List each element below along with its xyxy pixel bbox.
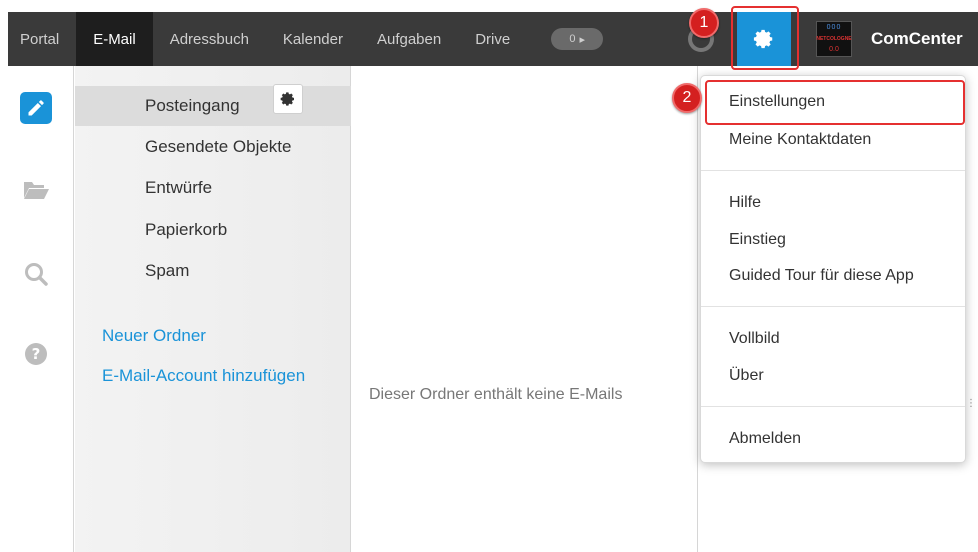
tab-tasks[interactable]: Aufgaben [360,12,458,66]
tab-calendar[interactable]: Kalender [266,12,360,66]
empty-folder-message: Dieser Ordner enthält keine E-Mails [369,386,623,403]
folders-button[interactable] [20,174,52,206]
menu-item-help[interactable]: Hilfe [729,194,761,212]
step-2-badge: 2 [672,83,702,113]
folder-spam[interactable]: Spam [75,251,351,291]
settings-highlight-frame [705,80,965,125]
brand-logo: 000 NETCOLOGNE 0.0 [816,21,852,57]
menu-item-contact-data[interactable]: Meine Kontaktdaten [729,131,871,149]
menu-item-fullscreen[interactable]: Vollbild [729,330,780,348]
folder-label: Entwürfe [145,178,213,197]
tab-drive[interactable]: Drive [458,12,527,66]
settings-dropdown-menu: Einstellungen Meine Kontaktdaten Hilfe E… [700,75,966,463]
add-email-account-link[interactable]: E-Mail-Account hinzufügen [102,366,305,386]
help-button[interactable]: ? [20,338,52,370]
mail-list-panel: Dieser Ordner enthält keine E-Mails [352,66,698,552]
left-icon-rail: ? [8,66,74,552]
question-icon: ? [25,343,47,365]
folder-panel: Posteingang Gesendete Objekte Entwürfe P… [75,66,351,552]
brand-logo-top: 000 [826,24,842,31]
resize-handle-icon[interactable]: ⋮ [966,398,976,410]
brand-logo-bottom: 0.0 [829,46,839,53]
menu-divider [701,306,965,307]
folder-sent[interactable]: Gesendete Objekte [75,127,351,167]
svg-text:?: ? [32,345,41,363]
gear-highlight-frame [731,6,799,70]
folder-inbox[interactable]: Posteingang [75,86,351,126]
menu-item-guided-tour[interactable]: Guided Tour für diese App [729,267,914,285]
folder-trash[interactable]: Papierkorb [75,210,351,250]
tab-portal[interactable]: Portal [8,12,76,66]
compose-button[interactable] [20,92,52,124]
folder-open-icon [24,182,49,199]
step-1-badge: 1 [689,8,719,38]
notification-counter[interactable]: 0 ▸ [551,28,604,50]
pencil-icon [28,100,44,116]
new-folder-link[interactable]: Neuer Ordner [102,326,206,346]
tab-address-book[interactable]: Adressbuch [153,12,266,66]
folder-label: Spam [145,261,190,280]
menu-item-about[interactable]: Über [729,367,764,385]
tab-email[interactable]: E-Mail [76,12,153,66]
folder-label: Gesendete Objekte [145,137,292,156]
menu-item-getting-started[interactable]: Einstieg [729,231,786,249]
play-icon: ▸ [579,33,586,46]
menu-divider [701,406,965,407]
gear-icon [280,92,294,106]
search-button[interactable] [20,258,52,290]
search-icon [25,263,48,286]
folder-label: Papierkorb [145,220,228,239]
folder-drafts[interactable]: Entwürfe [75,168,351,208]
brand-logo-mid: NETCOLOGNE [816,36,852,42]
menu-item-logout[interactable]: Abmelden [729,430,801,448]
brand-name: ComCenter [871,29,963,48]
folder-label: Posteingang [145,96,240,115]
folder-options-button[interactable] [273,84,303,114]
counter-value: 0 [569,33,576,45]
menu-divider [701,170,965,171]
